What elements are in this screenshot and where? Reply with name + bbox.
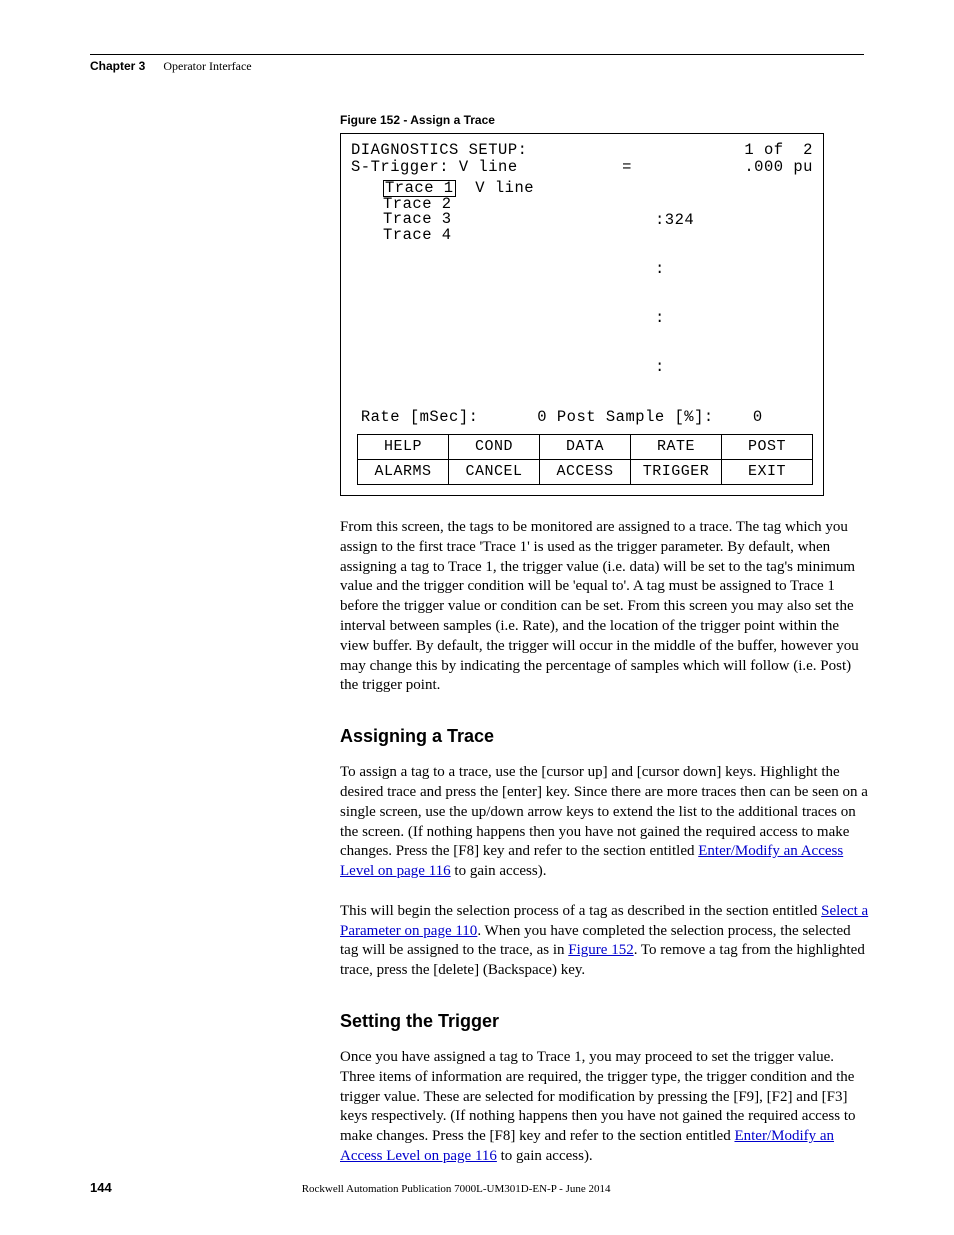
rate-row: Rate [mSec]: 0 Post Sample [%]: 0 bbox=[351, 409, 813, 426]
chapter-title: Operator Interface bbox=[163, 59, 251, 73]
post-label: Post Sample [%]: bbox=[557, 408, 714, 426]
trigger-p-tail: to gain access). bbox=[497, 1148, 593, 1164]
trace-4-label[interactable]: Trace 4 bbox=[383, 228, 534, 244]
trace-4-id: : bbox=[655, 360, 753, 376]
assign-paragraph-2: This will begin the selection process of… bbox=[340, 902, 870, 981]
trace-list-row: Trace 1 V line Trace 2 Trace 3 Trace 4 :… bbox=[351, 176, 813, 409]
trace-1-tag: V line bbox=[456, 179, 534, 197]
rate-label: Rate [mSec]: bbox=[361, 408, 479, 426]
footer: 144 Rockwell Automation Publication 7000… bbox=[90, 1180, 864, 1195]
header-rule bbox=[90, 54, 864, 55]
fkey-cond[interactable]: COND bbox=[449, 434, 540, 459]
figure-caption: Figure 152 - Assign a Trace bbox=[340, 113, 870, 127]
terminal-title-row: DIAGNOSTICS SETUP: 1 of 2 bbox=[351, 142, 813, 159]
running-header: Chapter 3 Operator Interface bbox=[90, 59, 864, 73]
trigger-label: S-Trigger: V line bbox=[351, 159, 518, 176]
chapter-label: Chapter 3 bbox=[90, 59, 145, 73]
fkey-access[interactable]: ACCESS bbox=[540, 459, 631, 484]
trace-list: Trace 1 V line Trace 2 Trace 3 Trace 4 bbox=[383, 180, 534, 243]
trace-1-id: :324 bbox=[655, 211, 694, 229]
fkey-grid: HELP COND DATA RATE POST ALARMS CANCEL A… bbox=[357, 434, 813, 485]
intro-paragraph: From this screen, the tags to be monitor… bbox=[340, 518, 870, 696]
fkey-row-2: ALARMS CANCEL ACCESS TRIGGER EXIT bbox=[358, 459, 813, 484]
trigger-row: S-Trigger: V line = .000 pu bbox=[351, 159, 813, 176]
assign-p1-tail: to gain access). bbox=[451, 863, 547, 879]
fkey-exit[interactable]: EXIT bbox=[722, 459, 813, 484]
trigger-value: .000 pu bbox=[744, 159, 813, 176]
fkey-help[interactable]: HELP bbox=[358, 434, 449, 459]
fkey-row-1: HELP COND DATA RATE POST bbox=[358, 434, 813, 459]
trigger-eq: = bbox=[622, 159, 632, 176]
fkey-alarms[interactable]: ALARMS bbox=[358, 459, 449, 484]
fkey-cancel[interactable]: CANCEL bbox=[449, 459, 540, 484]
fkey-trigger[interactable]: TRIGGER bbox=[631, 459, 722, 484]
trace-id-col: :324 : : : bbox=[655, 180, 753, 409]
rate-value: 0 bbox=[537, 408, 547, 426]
fkey-rate[interactable]: RATE bbox=[631, 434, 722, 459]
page-number: 144 bbox=[90, 1180, 112, 1195]
assign-paragraph-1: To assign a tag to a trace, use the [cur… bbox=[340, 763, 870, 882]
terminal-figure: DIAGNOSTICS SETUP: 1 of 2 S-Trigger: V l… bbox=[340, 133, 824, 496]
trigger-paragraph: Once you have assigned a tag to Trace 1,… bbox=[340, 1048, 870, 1167]
heading-assigning-trace: Assigning a Trace bbox=[340, 726, 870, 747]
terminal-title: DIAGNOSTICS SETUP: bbox=[351, 142, 527, 159]
trace-2-id: : bbox=[655, 262, 753, 278]
trace-3-id: : bbox=[655, 311, 753, 327]
assign-p2-text1: This will begin the selection process of… bbox=[340, 903, 821, 919]
link-figure-152[interactable]: Figure 152 bbox=[568, 942, 633, 958]
post-value: 0 bbox=[753, 408, 763, 426]
heading-setting-trigger: Setting the Trigger bbox=[340, 1011, 870, 1032]
fkey-post[interactable]: POST bbox=[722, 434, 813, 459]
page: Chapter 3 Operator Interface Figure 152 … bbox=[0, 0, 954, 1235]
fkey-data[interactable]: DATA bbox=[540, 434, 631, 459]
content-column: Figure 152 - Assign a Trace DIAGNOSTICS … bbox=[340, 113, 870, 1166]
publication-info: Rockwell Automation Publication 7000L-UM… bbox=[302, 1183, 611, 1195]
page-indicator: 1 of 2 bbox=[744, 142, 813, 159]
